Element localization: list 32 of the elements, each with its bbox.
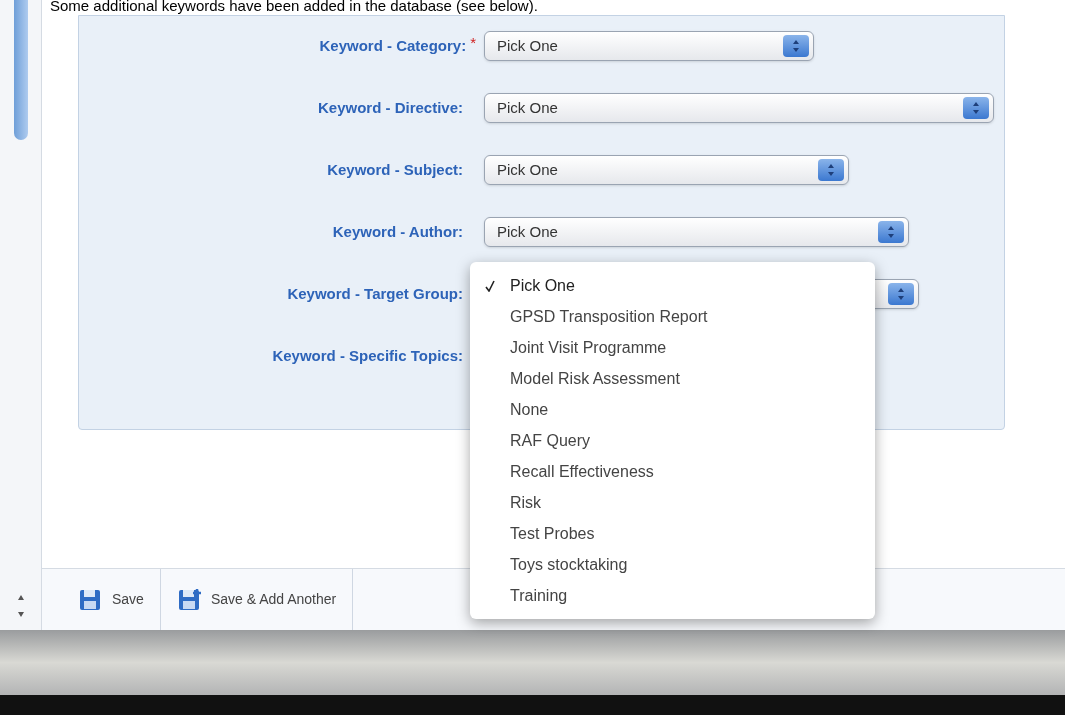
select-dropdown[interactable]: Pick One	[484, 93, 994, 123]
scrollbar[interactable]	[0, 0, 42, 630]
stepper-icon	[878, 221, 904, 243]
stepper-icon	[783, 35, 809, 57]
field-label: Keyword - Category:	[319, 35, 467, 56]
field-label: Keyword - Specific Topics:	[272, 345, 463, 366]
field-label: Keyword - Directive:	[317, 97, 463, 118]
menu-item[interactable]: Recall Effectiveness	[470, 456, 875, 487]
field-label: Keyword - Target Group:	[287, 283, 463, 304]
intro-text: Some additional keywords have been added in the database (see below).	[49, 0, 539, 15]
menu-item[interactable]: Model Risk Assessment	[470, 363, 875, 394]
menu-item[interactable]: Joint Visit Programme	[470, 332, 875, 363]
menu-item[interactable]: Test Probes	[470, 518, 875, 549]
scroll-thumb[interactable]	[13, 0, 28, 140]
select-dropdown[interactable]: Pick One	[484, 155, 849, 185]
select-dropdown[interactable]: Pick One	[484, 217, 909, 247]
menu-item[interactable]: Toys stocktaking	[470, 549, 875, 580]
checkmark-icon	[485, 279, 495, 292]
stepper-icon	[963, 97, 989, 119]
field-label: Keyword - Author:	[332, 221, 463, 242]
menu-item[interactable]: Risk	[470, 487, 875, 518]
stepper-icon	[888, 283, 914, 305]
menu-item[interactable]: Training	[470, 580, 875, 611]
menu-item[interactable]: RAF Query	[470, 425, 875, 456]
required-mark: *	[470, 34, 476, 50]
disk-plus-icon	[176, 587, 203, 612]
menu-item[interactable]: Pick One	[470, 270, 875, 301]
menu-item[interactable]: GPSD Transposition Report	[470, 301, 875, 332]
menu-item[interactable]: None	[470, 394, 875, 425]
select-dropdown[interactable]: Pick One	[484, 31, 814, 61]
stepper-icon	[818, 159, 844, 181]
field-label: Keyword - Subject:	[327, 159, 463, 180]
